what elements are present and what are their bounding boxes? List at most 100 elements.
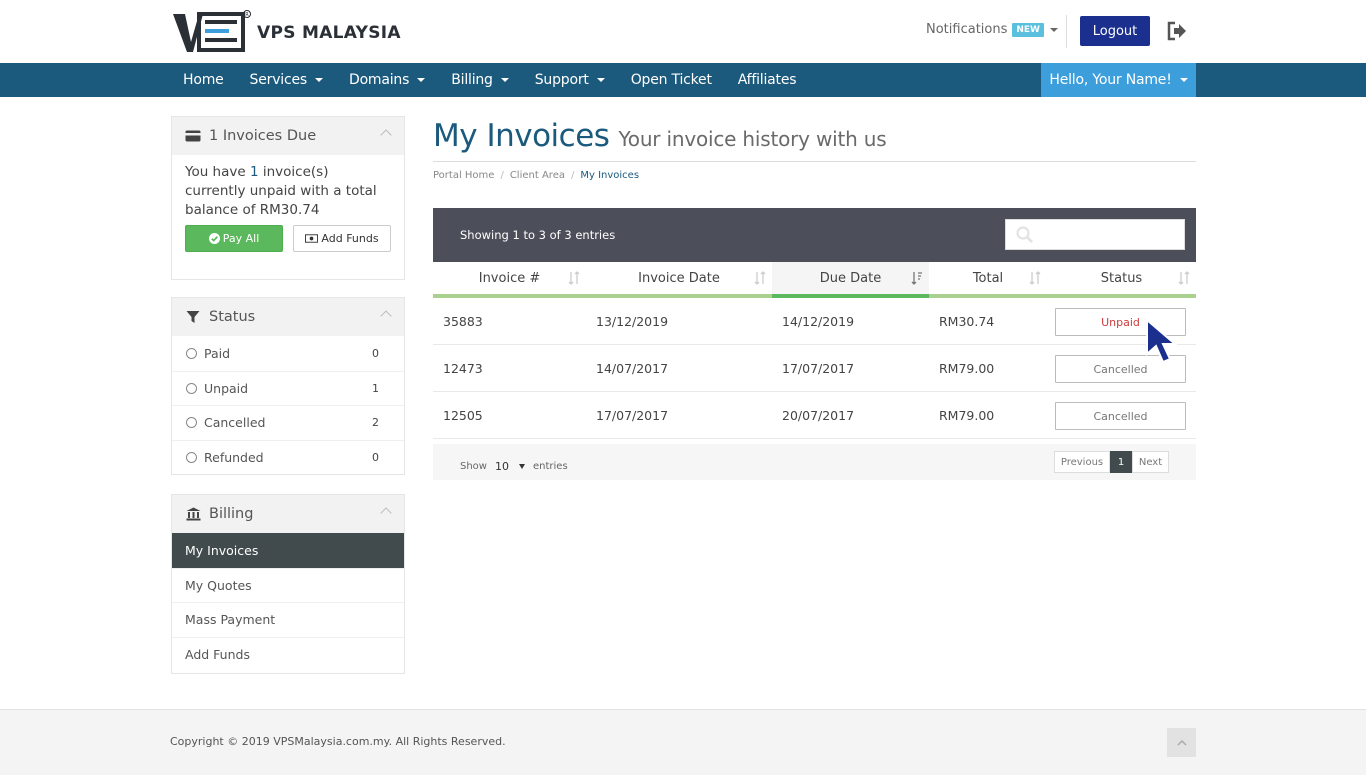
billing-list: My Invoices My Quotes Mass Payment Add Fund… — [172, 533, 404, 671]
column-header-invoice-date[interactable]: Invoice Date — [586, 262, 772, 298]
add-funds-button[interactable]: Add Funds — [293, 225, 391, 252]
radio-button[interactable] — [186, 347, 197, 359]
nav-item-services[interactable]: Services — [237, 63, 336, 97]
due-balance: RM30.74 — [259, 202, 320, 218]
chevron-up-icon[interactable] — [380, 507, 392, 519]
page-length-select[interactable]: 10 — [492, 457, 528, 475]
nav-item-support[interactable]: Support — [522, 63, 618, 97]
sort-icon — [754, 271, 766, 285]
nav-item-home[interactable]: Home — [170, 63, 237, 97]
cell-invoice-date: 13/12/2019 — [596, 314, 669, 329]
chevron-down-icon — [500, 78, 509, 82]
nav-item-label: Services — [249, 72, 308, 88]
invoices-due-panel: 1 Invoices Due You have 1 invoice(s) cur… — [171, 116, 405, 280]
status-filter-label: Paid — [204, 345, 231, 361]
search-input[interactable] — [1005, 219, 1185, 250]
new-badge: NEW — [1012, 22, 1044, 37]
main-nav: Home Services Domains Billing Support Open Ti… — [0, 63, 1366, 97]
panel-header[interactable]: Status — [172, 298, 404, 336]
previous-page-button[interactable]: Previous — [1054, 451, 1110, 473]
column-header-invoice[interactable]: Invoice # — [433, 262, 586, 298]
table-row[interactable]: 12473 14/07/2017 17/07/2017 RM79.00 Cancelle… — [433, 345, 1196, 392]
status-filter-paid[interactable]: Paid 0 — [172, 336, 404, 371]
column-header-status[interactable]: Status — [1047, 262, 1196, 298]
nav-item-affiliates[interactable]: Affiliates — [725, 63, 810, 97]
breadcrumb-portal-home[interactable]: Portal Home — [433, 170, 494, 181]
cell-due-date: 14/12/2019 — [782, 314, 855, 329]
nav-item-label: Billing — [451, 72, 493, 88]
sort-icon — [568, 271, 580, 285]
due-actions: Pay All Add Funds — [172, 225, 404, 265]
due-count: 1 — [249, 164, 259, 180]
chevron-up-icon[interactable] — [380, 129, 392, 141]
nav-item-label: Domains — [348, 72, 410, 88]
nav-item-billing[interactable]: Billing — [438, 63, 522, 97]
chevron-down-icon — [1049, 27, 1058, 32]
pay-all-button[interactable]: Pay All — [185, 225, 283, 252]
sidebar-item-my-quotes[interactable]: My Quotes — [172, 567, 404, 603]
page-length-value: 10 — [494, 459, 509, 473]
back-to-top-button[interactable] — [1167, 728, 1196, 757]
page-1-button[interactable]: 1 — [1110, 451, 1132, 473]
status-badge[interactable]: Cancelled — [1055, 402, 1186, 430]
notifications-label: Notifications — [926, 22, 1008, 37]
status-count: 0 — [372, 346, 379, 360]
radio-button[interactable] — [186, 382, 197, 394]
check-circle-icon — [208, 233, 220, 244]
column-header-total[interactable]: Total — [929, 262, 1047, 298]
status-filter-refunded[interactable]: Refunded 0 — [172, 439, 404, 475]
radio-button[interactable] — [186, 417, 197, 429]
logout-button[interactable]: Logout — [1080, 16, 1150, 46]
top-header: R VPS MALAYSIA Notifications NEW Logout — [0, 0, 1366, 63]
cell-due-date: 17/07/2017 — [782, 361, 855, 376]
divider — [1066, 15, 1067, 48]
table-row[interactable]: 12505 17/07/2017 20/07/2017 RM79.00 Cancelle… — [433, 392, 1196, 439]
brand-name: VPS MALAYSIA — [257, 23, 401, 43]
sort-ascending-icon — [911, 272, 922, 285]
status-badge[interactable]: Cancelled — [1055, 355, 1186, 383]
cell-invoice: 12473 — [443, 361, 483, 376]
radio-button[interactable] — [186, 451, 197, 463]
status-badge[interactable]: Unpaid — [1055, 308, 1186, 336]
column-header-label: Invoice Date — [638, 270, 720, 286]
entries-label: entries — [532, 460, 568, 472]
sidebar-item-my-invoices[interactable]: My Invoices — [172, 533, 404, 568]
notifications-menu[interactable]: Notifications NEW — [926, 22, 1058, 37]
cell-invoice: 12505 — [443, 408, 483, 423]
page-title: My Invoices — [433, 118, 610, 154]
status-filter-unpaid[interactable]: Unpaid 1 — [172, 370, 404, 406]
sign-out-icon[interactable] — [1166, 20, 1188, 42]
add-funds-label: Add Funds — [321, 232, 379, 245]
nav-item-domains[interactable]: Domains — [336, 63, 438, 97]
sidebar-item-mass-payment[interactable]: Mass Payment — [172, 602, 404, 637]
next-page-button[interactable]: Next — [1132, 451, 1169, 473]
status-filter-cancelled[interactable]: Cancelled 2 — [172, 405, 404, 440]
panel-title: 1 Invoices Due — [209, 128, 317, 144]
logo[interactable]: R VPS MALAYSIA — [171, 8, 401, 56]
breadcrumb-separator: / — [500, 170, 504, 181]
status-filter-label: Cancelled — [204, 415, 266, 431]
breadcrumb-separator: / — [570, 170, 575, 181]
cell-total: RM79.00 — [939, 361, 995, 376]
panel-header[interactable]: 1 Invoices Due — [172, 117, 404, 155]
table-footer: Show 10 entries Previous 1 Next — [433, 444, 1196, 480]
page-header: My Invoices Your invoice history with us — [433, 118, 1196, 162]
status-filter-label: Refunded — [204, 449, 264, 465]
account-menu[interactable]: Hello, Your Name! — [1041, 63, 1196, 97]
table-info: Showing 1 to 3 of 3 entries — [460, 228, 616, 242]
chevron-down-icon — [1179, 78, 1188, 82]
nav-item-open-ticket[interactable]: Open Ticket — [618, 63, 725, 97]
breadcrumb-client-area[interactable]: Client Area — [510, 170, 565, 181]
table-header: Invoice # Invoice Date Due Date Total Status — [433, 262, 1196, 298]
page-length-control: Show 10 entries — [460, 457, 568, 475]
panel-header[interactable]: Billing — [172, 495, 404, 533]
status-filter-label: Unpaid — [204, 380, 249, 396]
cell-due-date: 20/07/2017 — [782, 408, 855, 423]
page-subtitle: Your invoice history with us — [618, 127, 887, 151]
table-row[interactable]: 35883 13/12/2019 14/12/2019 RM30.74 Unpaid — [433, 298, 1196, 345]
column-header-label: Invoice # — [478, 270, 541, 286]
chevron-down-icon — [314, 78, 323, 82]
column-header-due-date[interactable]: Due Date — [772, 262, 929, 298]
chevron-up-icon[interactable] — [380, 310, 392, 322]
sidebar-item-add-funds[interactable]: Add Funds — [172, 636, 404, 672]
